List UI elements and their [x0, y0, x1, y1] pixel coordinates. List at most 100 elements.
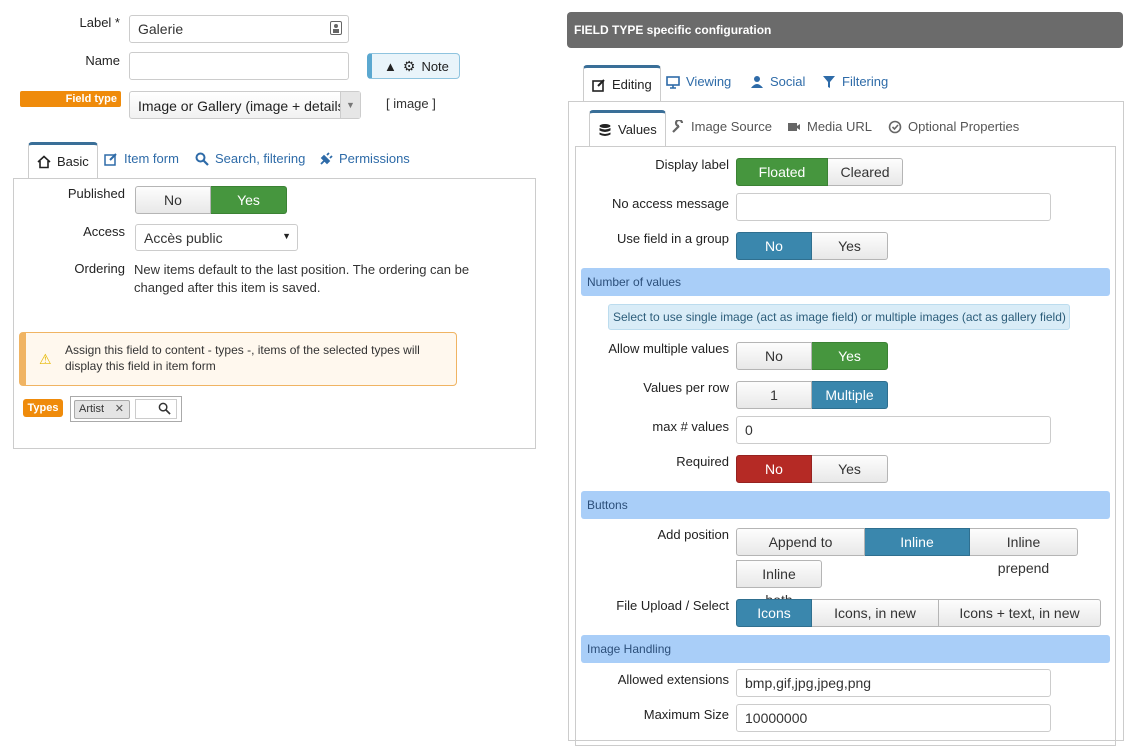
- max-values-input[interactable]: 0: [736, 416, 1051, 444]
- types-multiselect[interactable]: Artist ✕: [70, 396, 182, 422]
- types-search-box[interactable]: [135, 399, 177, 419]
- types-tag-label: Artist: [79, 403, 105, 415]
- use-group-label: Use field in a group: [616, 231, 729, 246]
- tab-item-form-label: Item form: [124, 151, 179, 166]
- no-access-input[interactable]: [736, 193, 1051, 221]
- values-per-row-label: Values per row: [643, 380, 729, 395]
- types-tag-artist[interactable]: Artist ✕: [74, 400, 130, 419]
- warning-icon: ▲: [384, 58, 397, 74]
- edit-icon: [104, 152, 118, 166]
- maximum-size-input[interactable]: 10000000: [736, 704, 1051, 732]
- field-type-config-header: FIELD TYPE specific configuration: [567, 12, 1123, 48]
- tab-permissions[interactable]: Permissions: [319, 142, 410, 176]
- database-icon: [598, 123, 612, 137]
- inline-append-button[interactable]: Inline append: [865, 528, 970, 576]
- tab-editing[interactable]: Editing: [583, 65, 661, 102]
- tab-basic-label: Basic: [57, 154, 89, 169]
- wrench-icon: [671, 120, 685, 134]
- icons-button[interactable]: Icons: [736, 599, 812, 627]
- allow-multiple-yes-button[interactable]: Yes: [812, 342, 888, 370]
- tab-basic[interactable]: Basic: [28, 142, 98, 179]
- gear-icon: ⚙: [402, 57, 416, 74]
- allow-multiple-no-button[interactable]: No: [736, 342, 812, 370]
- published-yes-button[interactable]: Yes: [211, 186, 287, 214]
- tab-viewing[interactable]: Viewing: [666, 65, 731, 99]
- allow-multiple-toggle[interactable]: No Yes: [736, 342, 888, 370]
- close-icon[interactable]: ✕: [115, 401, 124, 418]
- add-position-toggle[interactable]: Append to bottom Inline append Inline pr…: [736, 528, 1078, 576]
- required-no-button[interactable]: No: [736, 455, 812, 483]
- access-select[interactable]: Accès public ▼: [135, 224, 298, 251]
- subtab-media-url-label: Media URL: [807, 119, 873, 134]
- warning-icon: ⚠: [39, 351, 52, 367]
- published-toggle[interactable]: No Yes: [135, 186, 287, 214]
- tab-search-filtering[interactable]: Search, filtering: [195, 142, 305, 176]
- values-per-row-multiple-button[interactable]: Multiple: [812, 381, 888, 409]
- icons-text-new-row-button[interactable]: Icons + text, in new row: [939, 599, 1101, 647]
- values-info: Select to use single image (act as image…: [608, 304, 1070, 330]
- file-upload-toggle[interactable]: Icons Icons, in new row Icons + text, in…: [736, 599, 1101, 647]
- buttons-section: Buttons: [581, 491, 1110, 519]
- file-upload-label: File Upload / Select: [616, 598, 729, 613]
- required-label: Required: [676, 454, 729, 469]
- allowed-extensions-label: Allowed extensions: [617, 672, 729, 687]
- contact-card-icon[interactable]: [330, 21, 342, 35]
- subtab-media-url[interactable]: Media URL: [787, 110, 872, 144]
- inline-both-button[interactable]: Inline both: [736, 560, 822, 608]
- access-value: Accès public: [144, 230, 223, 246]
- published-label: Published: [67, 186, 125, 201]
- tab-filtering[interactable]: Filtering: [822, 65, 888, 99]
- use-group-yes-button[interactable]: Yes: [812, 232, 888, 260]
- subtab-optional-properties[interactable]: Optional Properties: [888, 110, 1019, 144]
- search-icon: [195, 152, 209, 166]
- values-per-row-toggle[interactable]: 1 Multiple: [736, 381, 888, 409]
- tab-item-form[interactable]: Item form: [104, 142, 179, 176]
- name-field-label: Name: [85, 53, 120, 68]
- field-type-badge: Field type: [20, 91, 121, 107]
- published-no-button[interactable]: No: [135, 186, 211, 214]
- field-type-select[interactable]: Image or Gallery (image + details) ▼: [129, 91, 361, 119]
- add-position-label: Add position: [657, 527, 729, 542]
- max-values-label: max # values: [652, 419, 729, 434]
- label-field-label: Label *: [79, 15, 120, 30]
- tab-viewing-label: Viewing: [686, 74, 732, 89]
- subtab-values-label: Values: [618, 122, 657, 137]
- display-label-toggle[interactable]: Floated left Cleared: [736, 158, 903, 206]
- name-input[interactable]: [129, 52, 349, 80]
- required-yes-button[interactable]: Yes: [812, 455, 888, 483]
- tab-filtering-label: Filtering: [842, 74, 889, 89]
- access-label: Access: [83, 224, 125, 239]
- field-type-value: Image or Gallery (image + details): [138, 98, 350, 114]
- inline-prepend-button[interactable]: Inline prepend: [970, 528, 1078, 576]
- ordering-text: New items default to the last position. …: [134, 262, 470, 295]
- maximum-size-label: Maximum Size: [643, 707, 729, 722]
- add-position-toggle-row2[interactable]: Inline both: [736, 560, 822, 608]
- chevron-down-icon: ▼: [282, 231, 291, 241]
- tab-search-label: Search, filtering: [215, 151, 306, 166]
- use-group-no-button[interactable]: No: [736, 232, 812, 260]
- use-group-toggle[interactable]: No Yes: [736, 232, 888, 260]
- note-label: Note: [421, 58, 449, 74]
- append-to-bottom-button[interactable]: Append to bottom: [736, 528, 865, 576]
- icons-new-row-button[interactable]: Icons, in new row: [812, 599, 939, 647]
- allowed-extensions-input[interactable]: bmp,gif,jpg,jpeg,png: [736, 669, 1051, 697]
- tab-social[interactable]: Social: [750, 65, 805, 99]
- display-floated-left-button[interactable]: Floated left: [736, 158, 828, 206]
- video-icon: [787, 120, 801, 134]
- image-handling-section: Image Handling: [581, 635, 1110, 663]
- no-access-label: No access message: [611, 196, 729, 211]
- values-per-row-1-button[interactable]: 1: [736, 381, 812, 409]
- warning-text: Assign this field to content - types -, …: [65, 343, 420, 373]
- required-toggle[interactable]: No Yes: [736, 455, 888, 483]
- tab-permissions-label: Permissions: [339, 151, 410, 166]
- label-input[interactable]: Galerie: [129, 15, 349, 43]
- subtab-image-source-label: Image Source: [691, 119, 772, 134]
- note-button[interactable]: ▲ ⚙ Note: [367, 53, 460, 79]
- display-cleared-button[interactable]: Cleared: [828, 158, 903, 186]
- check-circle-icon: [888, 120, 902, 134]
- subtab-image-source[interactable]: Image Source: [671, 110, 772, 144]
- home-icon: [37, 155, 51, 169]
- subtab-values[interactable]: Values: [589, 110, 666, 147]
- edit-icon: [592, 78, 606, 92]
- allow-multiple-label: Allow multiple values: [608, 341, 729, 356]
